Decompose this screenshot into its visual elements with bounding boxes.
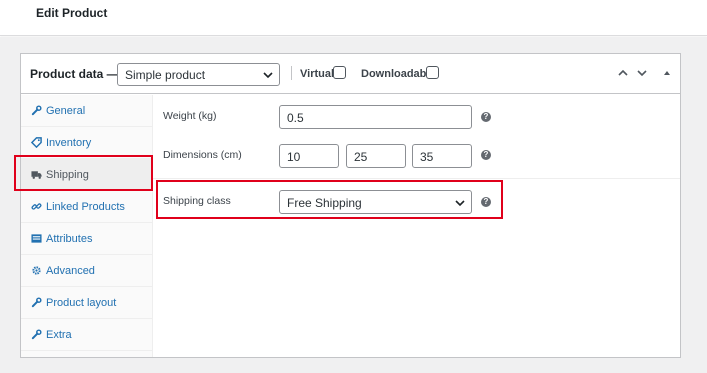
tab-label: Shipping xyxy=(46,169,89,181)
product-data-panel: Product data — Simple product Virtual: D… xyxy=(20,53,681,358)
move-down-icon[interactable] xyxy=(636,68,648,78)
tab-label: Inventory xyxy=(46,137,92,149)
tab-label: General xyxy=(46,105,86,117)
virtual-checkbox[interactable] xyxy=(333,66,346,79)
chevron-down-icon xyxy=(263,72,273,79)
tab-extra[interactable]: Extra xyxy=(21,319,152,351)
link-icon xyxy=(31,203,42,210)
tab-attributes[interactable]: Attributes xyxy=(21,223,152,255)
wrench-icon xyxy=(31,105,42,116)
product-type-value: Simple product xyxy=(125,68,206,82)
product-data-tabs: General Inventory Shipping Linked Produc… xyxy=(21,95,153,357)
product-data-title: Product data — xyxy=(30,67,119,81)
collapse-toggle-icon[interactable] xyxy=(661,68,673,78)
header-separator xyxy=(291,66,292,80)
wrench-icon xyxy=(31,297,42,308)
help-icon[interactable]: ? xyxy=(481,150,491,160)
page-title: Edit Product xyxy=(36,6,108,20)
dimensions-label: Dimensions (cm) xyxy=(163,149,242,161)
shipping-class-select[interactable]: Free Shipping xyxy=(279,190,472,214)
tab-label: Linked Products xyxy=(46,201,125,213)
top-bar: Edit Product xyxy=(0,0,707,36)
length-input[interactable]: 10 xyxy=(279,144,339,168)
width-input[interactable]: 25 xyxy=(346,144,406,168)
shipping-class-value: Free Shipping xyxy=(287,196,362,210)
tab-label: Product layout xyxy=(46,297,117,309)
downloadable-checkbox[interactable] xyxy=(426,66,439,79)
chevron-down-icon xyxy=(455,200,465,207)
gear-icon xyxy=(32,266,41,275)
tab-label: Extra xyxy=(46,329,72,341)
move-up-icon[interactable] xyxy=(617,68,629,78)
tab-label: Attributes xyxy=(46,233,93,245)
tab-linked-products[interactable]: Linked Products xyxy=(21,191,152,223)
tab-advanced[interactable]: Advanced xyxy=(21,255,152,287)
help-icon[interactable]: ? xyxy=(481,112,491,122)
tab-general[interactable]: General xyxy=(21,95,152,127)
field-divider xyxy=(153,178,680,179)
wrench-icon xyxy=(31,329,42,340)
weight-label: Weight (kg) xyxy=(163,110,217,122)
tab-inventory[interactable]: Inventory xyxy=(21,127,152,159)
list-icon xyxy=(31,234,42,243)
panel-header: Product data — Simple product Virtual: D… xyxy=(21,54,680,94)
tab-shipping[interactable]: Shipping xyxy=(21,159,152,191)
tab-product-layout[interactable]: Product layout xyxy=(21,287,152,319)
tab-label: Advanced xyxy=(46,265,95,277)
tag-icon xyxy=(31,137,42,148)
help-icon[interactable]: ? xyxy=(481,197,491,207)
truck-icon xyxy=(31,171,42,179)
height-input[interactable]: 35 xyxy=(412,144,472,168)
shipping-class-label: Shipping class xyxy=(163,195,231,207)
weight-input[interactable]: 0.5 xyxy=(279,105,472,129)
product-type-select[interactable]: Simple product xyxy=(117,63,280,86)
